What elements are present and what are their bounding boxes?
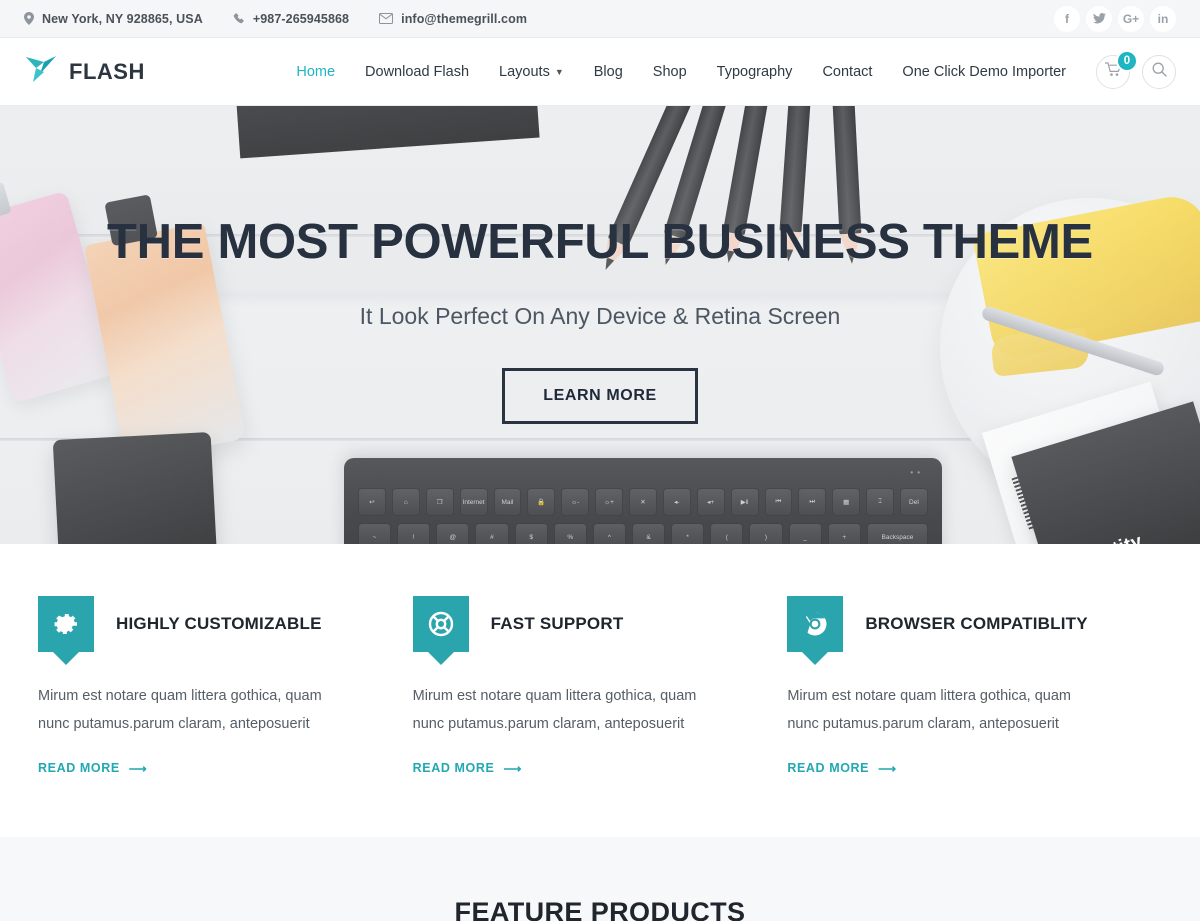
read-more-link[interactable]: READ MORE ⟶ xyxy=(787,761,896,776)
hero-title: THE MOST POWERFUL BUSINESS THEME xyxy=(107,215,1093,269)
feature-text: Mirum est notare quam littera gothica, q… xyxy=(412,688,697,733)
feature-text: Mirum est notare quam littera gothica, q… xyxy=(787,688,1071,733)
arrow-right-icon: ⟶ xyxy=(128,761,148,776)
feature-card-browser-compatiblity: BROWSER COMPATIBLITY Mirum est notare qu… xyxy=(787,596,1162,777)
brand-logo[interactable]: FLASH xyxy=(24,54,145,89)
read-more-label: READ MORE xyxy=(412,761,495,776)
chevron-down-icon: ▼ xyxy=(554,66,564,77)
envelope-icon xyxy=(379,13,394,24)
topbar-address: New York, NY 928865, USA xyxy=(24,12,203,26)
facebook-icon[interactable]: f xyxy=(1054,5,1080,32)
nav-item-contact[interactable]: Contact xyxy=(822,64,872,80)
feature-title: FAST SUPPORT xyxy=(490,614,624,633)
phone-icon xyxy=(233,12,245,25)
nav-label-blog: Blog xyxy=(593,63,623,80)
arrow-right-icon: ⟶ xyxy=(878,761,897,776)
topbar-email: info@themegrill.com xyxy=(379,12,527,26)
lifebuoy-icon xyxy=(412,596,469,652)
feature-title: BROWSER COMPATIBLITY xyxy=(865,614,1088,633)
feature-text: Mirum est notare quam littera gothica, q… xyxy=(38,688,322,733)
nav-label-shop: Shop xyxy=(652,63,687,80)
chrome-browser-icon xyxy=(787,596,844,652)
nav-item-one-click-demo-importer[interactable]: One Click Demo Importer xyxy=(902,64,1066,80)
feature-card-highly-customizable: HIGHLY CUSTOMIZABLE Mirum est notare qua… xyxy=(38,596,413,777)
hero-content: THE MOST POWERFUL BUSINESS THEME It Look… xyxy=(0,106,1200,544)
cart-count-badge: 0 xyxy=(1116,49,1138,72)
topbar-phone: +987-265945868 xyxy=(233,12,349,26)
twitter-icon[interactable] xyxy=(1086,5,1112,32)
nav-item-blog[interactable]: Blog xyxy=(594,64,623,80)
flash-bird-logo-icon xyxy=(24,54,58,89)
site-header: FLASH Home Download Flash Layouts ▼ Blog… xyxy=(0,38,1200,106)
search-icon xyxy=(1152,62,1167,82)
nav-item-home[interactable]: Home xyxy=(296,64,335,80)
top-info-bar: New York, NY 928865, USA +987-265945868 … xyxy=(0,0,1200,38)
nav-item-shop[interactable]: Shop xyxy=(653,64,687,80)
search-button[interactable] xyxy=(1142,54,1176,89)
google-plus-label: G+ xyxy=(1122,11,1140,26)
feature-title: HIGHLY CUSTOMIZABLE xyxy=(116,614,322,633)
learn-more-button[interactable]: LEARN MORE xyxy=(502,368,698,424)
read-more-link[interactable]: READ MORE ⟶ xyxy=(413,761,522,776)
nav-item-typography[interactable]: Typography xyxy=(717,64,793,80)
topbar-email-text: info@themegrill.com xyxy=(401,11,528,26)
google-plus-icon[interactable]: G+ xyxy=(1118,5,1144,32)
nav-item-download-flash[interactable]: Download Flash xyxy=(365,64,469,80)
topbar-address-text: New York, NY 928865, USA xyxy=(42,11,203,26)
hero-banner: •• ↩ ⌂ ❐ Internet Mail 🔒 ☼- ☼+ ✕ ◂- ◂+ ▶… xyxy=(0,106,1200,544)
nav-label-contact: Contact xyxy=(822,63,873,80)
topbar-phone-text: +987-265945868 xyxy=(252,11,350,26)
features-section: HIGHLY CUSTOMIZABLE Mirum est notare qua… xyxy=(0,544,1200,838)
nav-item-layouts[interactable]: Layouts ▼ xyxy=(499,64,564,80)
brand-name: FLASH xyxy=(69,58,145,84)
cart-button[interactable]: 0 xyxy=(1096,49,1138,89)
nav-label-download-flash: Download Flash xyxy=(365,63,470,80)
hero-subtitle: It Look Perfect On Any Device & Retina S… xyxy=(359,303,841,329)
topbar-contact-group: New York, NY 928865, USA +987-265945868 … xyxy=(24,12,527,26)
linkedin-label: in xyxy=(1157,11,1169,26)
read-more-link[interactable]: READ MORE ⟶ xyxy=(38,761,147,776)
main-navigation: Home Download Flash Layouts ▼ Blog Shop … xyxy=(296,64,1066,80)
section-title: FEATURE PRODUCTS xyxy=(454,897,746,921)
read-more-label: READ MORE xyxy=(38,761,120,776)
feature-products-section: FEATURE PRODUCTS xyxy=(0,837,1200,921)
feature-header: BROWSER COMPATIBLITY xyxy=(787,596,1104,652)
facebook-label: f xyxy=(1065,11,1069,26)
nav-label-one-click-demo-importer: One Click Demo Importer xyxy=(902,63,1066,80)
read-more-label: READ MORE xyxy=(787,761,870,776)
feature-header: HIGHLY CUSTOMIZABLE xyxy=(38,596,355,652)
linkedin-icon[interactable]: in xyxy=(1150,5,1176,32)
feature-card-fast-support: FAST SUPPORT Mirum est notare quam litte… xyxy=(412,596,788,777)
arrow-right-icon: ⟶ xyxy=(503,761,522,776)
nav-label-home: Home xyxy=(296,63,336,80)
feature-header: FAST SUPPORT xyxy=(412,596,730,652)
header-actions: 0 xyxy=(1096,49,1176,89)
gear-icon xyxy=(38,596,94,652)
nav-label-typography: Typography xyxy=(716,63,793,80)
nav-label-layouts: Layouts xyxy=(499,63,550,80)
social-links: f G+ in xyxy=(1054,5,1176,32)
location-pin-icon xyxy=(24,12,34,25)
